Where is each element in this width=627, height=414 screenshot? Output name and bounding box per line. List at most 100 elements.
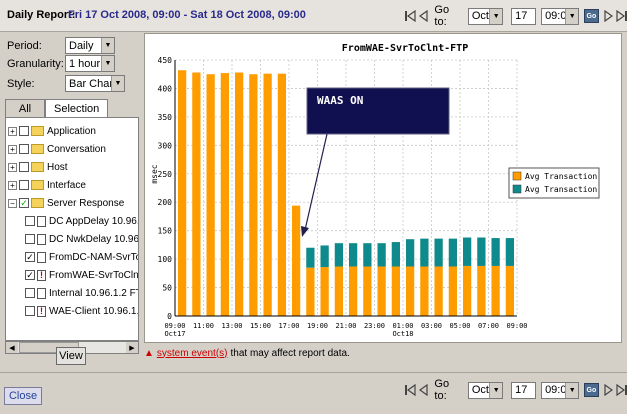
tree-group-interface[interactable]: + Interface xyxy=(8,177,86,193)
tree-item[interactable]: !WAE-Client 10.96.1.2 F xyxy=(25,303,138,319)
last-page-icon[interactable] xyxy=(616,9,627,23)
first-page-icon[interactable] xyxy=(405,383,416,397)
next-page-icon[interactable] xyxy=(604,9,614,23)
month-value: Oct xyxy=(471,10,489,22)
alert-report-icon: ! xyxy=(37,305,46,317)
folder-icon xyxy=(31,144,44,154)
collapse-icon[interactable]: − xyxy=(8,198,17,208)
x-tick-label: 05:00 xyxy=(449,322,470,330)
expand-icon[interactable]: + xyxy=(8,162,17,172)
tree-item[interactable]: Internal 10.96.1.2 FTP xyxy=(25,285,139,301)
chart-panel: FromWAE-SvrToClnt-FTP msec 0 50 100 150 200 2… xyxy=(144,33,622,343)
x-tick-sublabel: Oct17 xyxy=(164,330,185,338)
month-select[interactable]: Oct ▼ xyxy=(467,7,504,25)
tree-item-label: Internal 10.96.1.2 FTP xyxy=(49,287,139,299)
x-tick-label: 07:00 xyxy=(478,322,499,330)
report-title: Daily Report: xyxy=(7,9,76,21)
close-button[interactable]: Close xyxy=(4,387,42,405)
bar-teal xyxy=(477,237,486,266)
report-header: Daily Report: Fri 17 Oct 2008, 09:00 - S… xyxy=(0,0,627,32)
time-select[interactable]: 09:00 ▼ xyxy=(541,381,580,399)
bar-orange xyxy=(462,265,472,316)
bar-teal xyxy=(434,238,443,267)
bar-orange xyxy=(348,266,358,316)
checkbox[interactable] xyxy=(19,180,29,190)
tab-all[interactable]: All xyxy=(5,99,45,117)
checkbox[interactable]: ✓ xyxy=(19,198,29,208)
bar-orange xyxy=(306,267,315,316)
previous-page-icon[interactable] xyxy=(418,383,428,397)
checkbox-checked[interactable]: ✓ xyxy=(25,270,35,280)
warning-text: that may affect report data. xyxy=(230,347,350,359)
granularity-select[interactable]: 1 hour ▼ xyxy=(65,55,115,72)
checkbox[interactable] xyxy=(19,144,29,154)
bar-orange xyxy=(220,73,230,316)
folder-icon xyxy=(31,198,44,208)
bar-teal xyxy=(334,243,344,267)
tree-item[interactable]: ✓!FromWAE-SvrToClnt-FT xyxy=(25,267,139,283)
bar-orange xyxy=(249,74,258,316)
day-input[interactable]: 17 xyxy=(511,7,537,25)
bar-orange xyxy=(448,266,458,316)
previous-page-icon[interactable] xyxy=(418,9,428,23)
checkbox-checked[interactable]: ✓ xyxy=(25,252,35,262)
report-tree: + Application + Conversation + Host + Interf… xyxy=(5,117,139,341)
scroll-right-icon[interactable]: ▶ xyxy=(126,342,138,353)
bar-teal xyxy=(462,237,472,266)
checkbox[interactable] xyxy=(19,162,29,172)
first-page-icon[interactable] xyxy=(405,9,416,23)
checkbox[interactable] xyxy=(25,306,35,316)
system-events-link[interactable]: system event(s) xyxy=(157,348,228,359)
chevron-down-icon: ▼ xyxy=(565,8,579,24)
tree-item-label: DC AppDelay 10.96.1.2 xyxy=(49,215,139,227)
go-button[interactable]: Go xyxy=(584,383,599,397)
tree-group-host[interactable]: + Host xyxy=(8,159,68,175)
annotation-text: WAAS ON xyxy=(317,94,363,107)
expand-icon[interactable]: + xyxy=(8,180,17,190)
period-label: Period: xyxy=(7,39,42,52)
month-select[interactable]: Oct ▼ xyxy=(467,381,504,399)
tree-item-label: FromWAE-SvrToClnt-FT xyxy=(49,269,139,281)
y-tick-label: 100 xyxy=(158,255,173,264)
checkbox[interactable] xyxy=(19,126,29,136)
last-page-icon[interactable] xyxy=(616,383,627,397)
folder-icon xyxy=(31,162,44,172)
scroll-left-icon[interactable]: ◀ xyxy=(6,342,18,353)
month-value: Oct xyxy=(471,384,489,396)
checkbox[interactable] xyxy=(25,234,35,244)
bar-orange xyxy=(206,74,215,316)
bottom-navigation: Go to: Oct ▼ 17 09:00 ▼ Go xyxy=(405,378,627,402)
expand-icon[interactable]: + xyxy=(8,126,17,136)
tree-group-server-response[interactable]: − ✓ Server Response xyxy=(8,195,124,211)
time-select[interactable]: 09:00 ▼ xyxy=(541,7,580,25)
bar-teal xyxy=(320,245,329,268)
period-select[interactable]: Daily ▼ xyxy=(65,37,115,54)
report-icon xyxy=(37,215,46,227)
report-icon xyxy=(37,287,46,299)
day-input[interactable]: 17 xyxy=(511,381,537,399)
period-value: Daily xyxy=(69,39,94,52)
tree-item[interactable]: DC AppDelay 10.96.1.2 xyxy=(25,213,139,229)
bar-orange xyxy=(505,265,515,316)
y-tick-label: 0 xyxy=(167,312,172,321)
checkbox[interactable] xyxy=(25,216,35,226)
go-button[interactable]: Go xyxy=(584,9,599,23)
bar-teal xyxy=(306,247,315,268)
tree-item[interactable]: DC NwkDelay 10.96.1.2 xyxy=(25,231,138,247)
style-label: Style: xyxy=(7,77,35,90)
bar-orange xyxy=(192,72,201,316)
style-select[interactable]: Bar Chart ▼ xyxy=(65,75,125,92)
tree-item[interactable]: ✓ FromDC-NAM-SvrToClnt xyxy=(25,249,138,265)
left-panel: Period: Daily ▼ Granularity: 1 hour ▼ Styl… xyxy=(0,33,142,365)
x-tick-sublabel: Oct18 xyxy=(392,330,413,338)
tab-selection[interactable]: Selection xyxy=(45,99,109,117)
expand-icon[interactable]: + xyxy=(8,144,17,154)
checkbox[interactable] xyxy=(25,288,35,298)
view-button[interactable]: View xyxy=(56,347,86,365)
bar-orange xyxy=(263,73,272,316)
next-page-icon[interactable] xyxy=(604,383,614,397)
tree-group-application[interactable]: + Application xyxy=(8,123,96,139)
tree-group-conversation[interactable]: + Conversation xyxy=(8,141,106,157)
bar-orange xyxy=(277,73,287,316)
chevron-down-icon: ▼ xyxy=(489,382,503,398)
